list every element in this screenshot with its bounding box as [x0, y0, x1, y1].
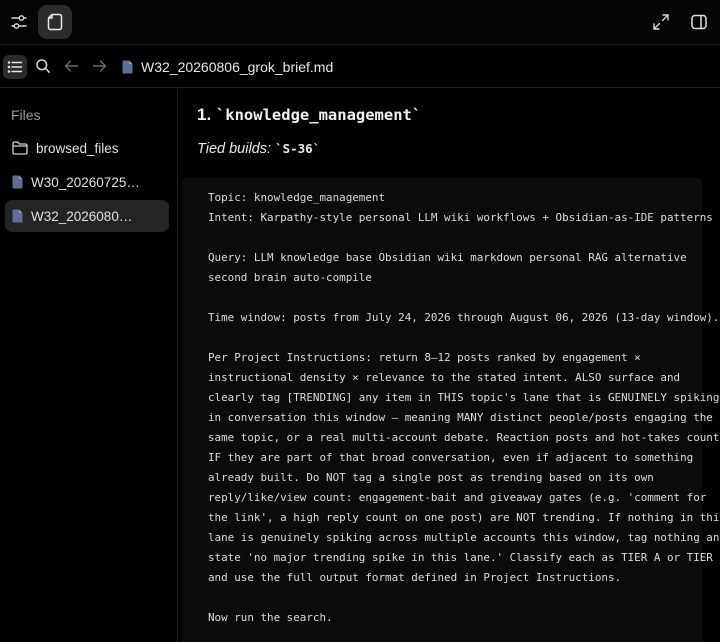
heading-number: 1. — [197, 105, 212, 124]
file-icon — [47, 13, 63, 31]
sidebar-item-w30-file[interactable]: W30_20260725… — [5, 166, 169, 198]
settings-sliders-button[interactable] — [6, 9, 32, 35]
forward-button[interactable] — [88, 55, 110, 77]
tied-builds-label: Tied builds: — [197, 141, 276, 157]
sidebar-item-browsed-files[interactable]: browsed_files — [5, 132, 169, 164]
sidebar-item-label: W32_2026080… — [31, 208, 133, 224]
document-title[interactable]: W32_20260806_grok_brief.md — [122, 58, 333, 76]
code-block[interactable]: Topic: knowledge_management Intent: Karp… — [182, 178, 720, 642]
sidebar-item-w32-file[interactable]: W32_2026080… — [5, 200, 169, 232]
document-content: 1. `knowledge_management` Tied builds: `… — [179, 89, 720, 642]
top-toolbar — [0, 0, 720, 45]
heading-code: `knowledge_management` — [215, 106, 422, 124]
list-icon — [7, 61, 23, 73]
search-button[interactable] — [32, 55, 54, 77]
expand-button[interactable] — [648, 9, 674, 35]
tied-builds-code: `S-36` — [275, 141, 321, 156]
navigation-bar: W32_20260806_grok_brief.md — [0, 46, 720, 88]
sliders-icon — [11, 15, 27, 29]
document-icon — [12, 175, 23, 189]
folder-icon — [12, 141, 28, 155]
sidebar-item-label: browsed_files — [36, 140, 119, 156]
search-icon — [36, 59, 50, 73]
files-heading: Files — [11, 107, 41, 123]
arrow-right-icon — [92, 60, 106, 72]
sidebar-item-label: W30_20260725… — [31, 174, 140, 190]
toggle-panel-button[interactable] — [686, 9, 712, 35]
document-title-text: W32_20260806_grok_brief.md — [141, 59, 334, 75]
document-icon — [12, 209, 23, 223]
code-block-text: Topic: knowledge_management Intent: Karp… — [208, 191, 720, 624]
tied-builds-line: Tied builds: `S-36` — [197, 141, 320, 157]
expand-icon — [653, 14, 669, 30]
file-sidebar: Files browsed_files W30_20260725… W32_20… — [0, 89, 178, 642]
sidebar-panel-icon — [691, 14, 707, 30]
arrow-left-icon — [64, 60, 78, 72]
section-heading: 1. `knowledge_management` — [197, 105, 421, 125]
back-button[interactable] — [60, 55, 82, 77]
files-view-button[interactable] — [38, 5, 72, 39]
document-icon — [122, 60, 133, 74]
outline-list-button[interactable] — [3, 55, 27, 79]
